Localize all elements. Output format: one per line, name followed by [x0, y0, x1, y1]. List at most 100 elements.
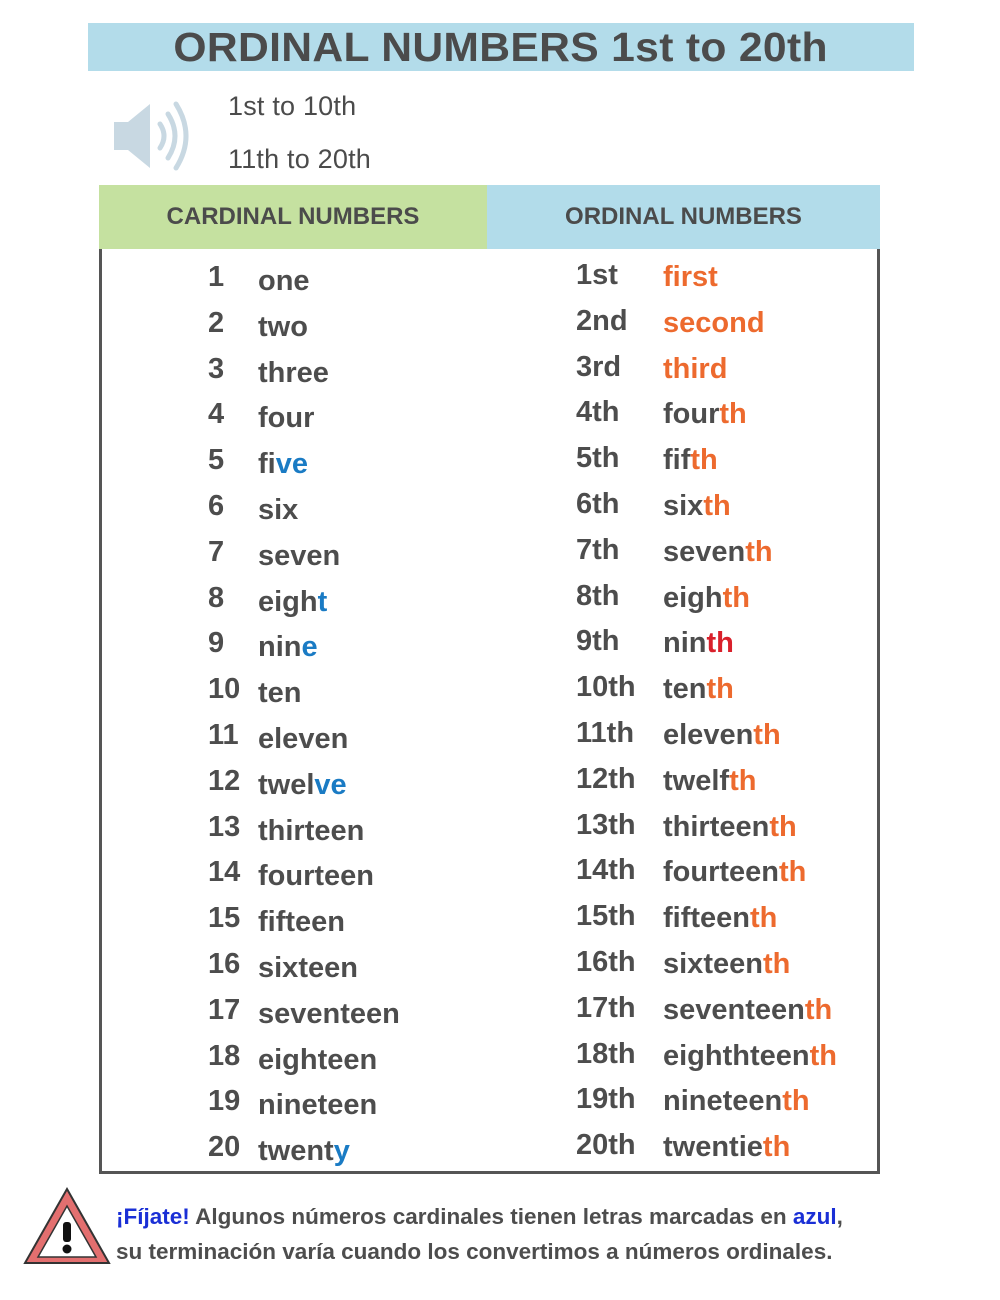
cardinal-word: seventeen [258, 998, 400, 1031]
table-row: 1 one 1st first [102, 259, 877, 305]
cardinal-word: five [258, 448, 308, 481]
cardinal-word-highlight: ve [314, 768, 347, 801]
ordinal-number: 6th [576, 488, 620, 520]
ordinal-word: eighth [663, 582, 750, 615]
ordinal-number: 3rd [576, 350, 622, 383]
ordinal-word-highlight: th [750, 902, 778, 935]
cardinal-word: ten [258, 677, 302, 710]
cardinal-word-base: fi [258, 448, 276, 481]
cardinal-number: 3 [208, 352, 225, 385]
ordinal-word-base: nin [663, 627, 707, 660]
header-ordinal-numbers: ORDINAL NUMBERS [487, 185, 880, 249]
ordinal-word-highlight: th [782, 1085, 810, 1118]
ordinal-word: fifth [663, 444, 718, 477]
ordinal-number: 1st [576, 259, 618, 291]
ordinal-word-highlight: th [745, 535, 773, 568]
cardinal-word-base: seven [258, 539, 341, 572]
cardinal-word: six [258, 494, 298, 527]
cardinal-number: 2 [208, 306, 225, 339]
ordinal-word: eleventh [663, 719, 781, 752]
table-row: 17 seventeen 17th seventeenth [102, 991, 877, 1038]
cardinal-word-highlight: t [317, 585, 328, 618]
ordinal-word-base: seventeen [663, 993, 805, 1026]
ordinal-word-base: nineteen [663, 1085, 783, 1118]
ordinal-word-base: six [663, 490, 704, 522]
ordinal-word-highlight: th [719, 398, 747, 431]
ordinal-word-base: fifteen [663, 902, 750, 935]
note-line-1: ¡Fíjate! Algunos números cardinales tien… [116, 1199, 976, 1234]
ordinal-word-highlight: th [804, 993, 833, 1026]
ordinal-number: 17th [576, 991, 636, 1024]
ordinal-number: 20th [576, 1129, 636, 1162]
cardinal-word: fourteen [258, 860, 374, 893]
cardinal-word-base: four [258, 402, 315, 435]
cardinal-word-base: eigh [258, 585, 318, 618]
cardinal-word: eighteen [258, 1044, 377, 1077]
table-row: 4 four 4th fourth [102, 396, 877, 442]
ordinal-word-highlight: th [779, 856, 807, 889]
ordinal-number: 7th [576, 533, 620, 566]
table-row: 9 nine 9th ninth [102, 625, 877, 671]
ordinal-word-base: eighthteen [663, 1039, 810, 1072]
ordinal-word: twentieth [663, 1131, 790, 1164]
ordinal-word-highlight: th [722, 581, 750, 614]
ordinal-number: 5th [576, 442, 620, 475]
ordinal-word-base: seven [663, 535, 746, 568]
ordinal-number: 19th [576, 1083, 636, 1116]
cardinal-word-base: fourteen [258, 860, 374, 893]
cardinal-word: twelve [258, 769, 347, 802]
ordinal-word-highlight: first [663, 261, 718, 293]
speaker-icon[interactable] [110, 100, 198, 172]
audio-link-11th-to-20th[interactable]: 11th to 20th [228, 144, 371, 175]
cardinal-number: 1 [208, 261, 225, 293]
audio-link-1st-to-10th[interactable]: 1st to 10th [228, 91, 356, 122]
page-title: ORDINAL NUMBERS 1st to 20th [173, 23, 829, 70]
cardinal-number: 8 [208, 581, 225, 614]
ordinal-number: 10th [576, 671, 636, 704]
cardinal-number: 10 [208, 673, 241, 706]
note-lead: ¡Fíjate! [116, 1204, 190, 1229]
cardinal-word-base: ten [258, 677, 302, 710]
table-row: 7 seven 7th seventh [102, 533, 877, 580]
ordinal-word-base: twentie [663, 1131, 763, 1164]
note-line-2: su terminación varía cuando los converti… [116, 1239, 833, 1264]
cardinal-word-base: eighteen [258, 1043, 378, 1076]
ordinal-word-highlight: th [706, 627, 734, 660]
title-banner: ORDINAL NUMBERS 1st to 20th [88, 23, 914, 71]
ordinal-number: 12th [576, 762, 636, 795]
cardinal-number: 13 [208, 810, 241, 843]
note-text-before: Algunos números cardinales tienen letras… [189, 1204, 793, 1229]
ordinal-word-base: fourteen [663, 856, 779, 889]
ordinal-word-base: fif [663, 444, 691, 477]
ordinal-number: 8th [576, 579, 620, 612]
ordinal-number: 4th [576, 396, 620, 429]
cardinal-word-base: nin [258, 631, 302, 664]
cardinal-number: 18 [208, 1039, 241, 1072]
cardinal-word: nineteen [258, 1089, 377, 1122]
ordinal-word-highlight: th [690, 444, 718, 477]
cardinal-word-base: sixteen [258, 952, 358, 984]
cardinal-word-highlight: e [301, 631, 318, 664]
ordinal-word: eighthteenth [663, 1040, 837, 1073]
ordinal-word: thirteenth [663, 811, 797, 844]
cardinal-word-highlight: y [333, 1135, 350, 1168]
table-row: 3 three 3rd third [102, 350, 877, 397]
cardinal-number: 12 [208, 764, 241, 797]
table-row: 10 ten 10th tenth [102, 671, 877, 717]
cardinal-word-base: six [258, 494, 299, 526]
cardinal-word-base: eleven [258, 723, 349, 755]
ordinal-number: 13th [576, 808, 636, 841]
table-row: 8 eight 8th eighth [102, 579, 877, 626]
table-row: 20 twenty 20th twentieth [102, 1129, 877, 1175]
table-row: 13 thirteen 13th thirteenth [102, 808, 877, 855]
ordinal-number: 15th [576, 900, 636, 933]
cardinal-word-base: fifteen [258, 906, 345, 939]
ordinal-word: sixteenth [663, 948, 790, 981]
cardinal-word-base: thirteen [258, 814, 365, 847]
cardinal-word-base: two [258, 310, 308, 343]
ordinal-word: ninth [663, 627, 734, 660]
ordinal-word-highlight: second [663, 306, 765, 339]
table-row: 6 six 6th sixth [102, 488, 877, 534]
cardinal-number: 4 [208, 398, 225, 431]
ordinal-word-highlight: th [809, 1039, 837, 1072]
